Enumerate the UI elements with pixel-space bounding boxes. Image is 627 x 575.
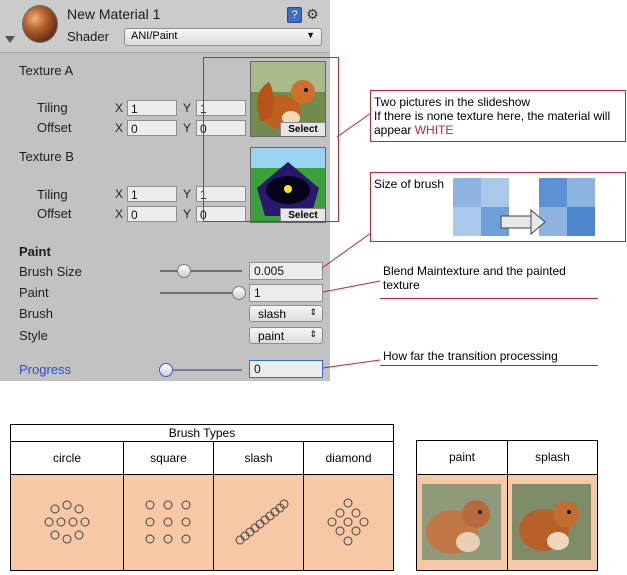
- brush-size-illustration: [453, 178, 595, 236]
- brush-type-diamond-header: diamond: [304, 442, 393, 475]
- brush-size-callout: Size of brush: [370, 172, 626, 242]
- styles-table: paint splash: [416, 440, 598, 571]
- brush-square-cell: [124, 475, 214, 570]
- brush-types-title: Brush Types: [11, 425, 393, 442]
- splash-style-image: [512, 484, 591, 560]
- square-brush-pattern: [145, 500, 191, 544]
- diamond-brush-pattern: [327, 498, 369, 546]
- brush-types-table: Brush Types circle square slash diamond: [10, 424, 394, 571]
- white-highlight-text: WHITE: [414, 123, 454, 137]
- paint-callout-text: Blend Maintexture and the painted textur…: [383, 264, 566, 292]
- brush-slash-cell: [214, 475, 304, 570]
- style-paint-cell: [417, 475, 508, 570]
- style-paint-header: paint: [417, 441, 508, 475]
- textures-callout-prefix: appear: [374, 123, 415, 137]
- textures-callout-line1: Two pictures in the slideshow: [374, 95, 531, 109]
- paint-style-image: [422, 484, 501, 560]
- progress-callout-text: How far the transition processing: [383, 349, 558, 363]
- slash-brush-pattern: [235, 499, 289, 545]
- brush-size-callout-text: Size of brush: [374, 177, 445, 191]
- brush-circle-cell: [11, 475, 124, 570]
- paint-callout: Blend Maintexture and the painted textur…: [380, 262, 598, 299]
- style-splash-header: splash: [508, 441, 597, 475]
- textures-callout-line3: appear WHITE: [374, 123, 453, 137]
- textures-callout-line2: If there is none texture here, the mater…: [374, 109, 611, 123]
- progress-callout: How far the transition processing: [380, 347, 598, 366]
- circle-brush-pattern: [44, 500, 90, 544]
- textures-callout: Two pictures in the slideshow If there i…: [370, 90, 626, 142]
- brush-type-slash-header: slash: [214, 442, 304, 475]
- brush-diamond-cell: [304, 475, 393, 570]
- style-splash-cell: [508, 475, 597, 570]
- brush-type-circle-header: circle: [11, 442, 124, 475]
- brush-type-square-header: square: [124, 442, 214, 475]
